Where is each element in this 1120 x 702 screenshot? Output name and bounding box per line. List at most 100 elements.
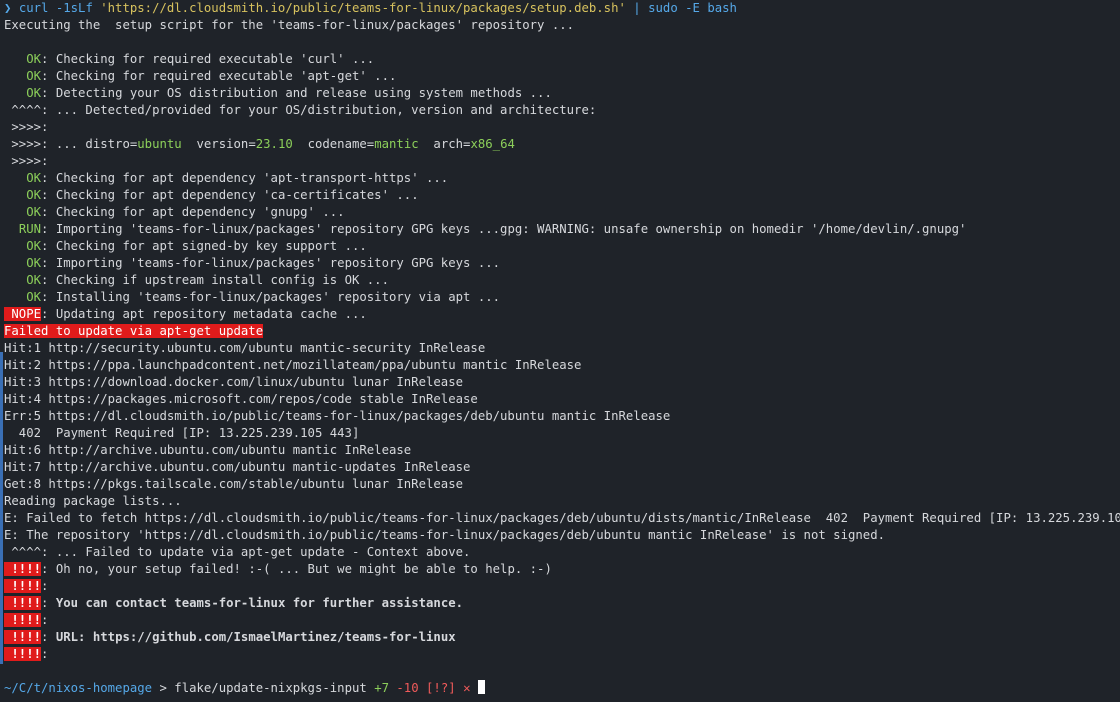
line-segment: x86_64 [470, 137, 515, 151]
line-segment: : Checking for apt dependency 'gnupg' ..… [41, 205, 345, 219]
line-segment: Hit:4 https://packages.microsoft.com/rep… [4, 392, 478, 406]
terminal-line: Reading package lists... [4, 493, 1120, 510]
terminal-window[interactable]: ❯ curl -1sLf 'https://dl.cloudsmith.io/p… [0, 0, 1120, 702]
line-segment: codename= [292, 137, 375, 151]
line-segment: > flake/update-nixpkgs-input [152, 681, 375, 695]
line-segment: !!!! [4, 596, 42, 610]
terminal-line: >>>>: [4, 153, 1120, 170]
terminal-line: Hit:6 http://archive.ubuntu.com/ubuntu m… [4, 442, 1120, 459]
line-segment: OK [26, 256, 42, 270]
line-segment: Hit:7 http://archive.ubuntu.com/ubuntu m… [4, 460, 471, 474]
line-segment: Err:5 https://dl.cloudsmith.io/public/te… [4, 409, 671, 423]
terminal-line: OK: Checking for required executable 'cu… [4, 51, 1120, 68]
terminal-line: Hit:1 http://security.ubuntu.com/ubuntu … [4, 340, 1120, 357]
line-segment: E: Failed to fetch https://dl.cloudsmith… [4, 511, 1120, 525]
terminal-line: !!!!: [4, 612, 1120, 629]
line-segment: 402 Payment Required [IP: 13.225.239.105… [4, 426, 360, 440]
line-segment: : Checking for apt dependency 'apt-trans… [41, 171, 449, 185]
terminal-line: !!!!: [4, 578, 1120, 595]
line-segment: RUN [18, 222, 42, 236]
terminal-line: Executing the setup script for the 'team… [4, 17, 1120, 34]
line-segment: : [41, 647, 49, 661]
line-segment: arch= [418, 137, 471, 151]
line-segment: 23.10 [255, 137, 293, 151]
terminal-line: !!!!: URL: https://github.com/IsmaelMart… [4, 629, 1120, 646]
terminal-line: Get:8 https://pkgs.tailscale.com/stable/… [4, 476, 1120, 493]
line-segment: E: The repository 'https://dl.cloudsmith… [4, 528, 885, 542]
line-segment: OK [26, 171, 42, 185]
terminal-line: ^^^^: ... Detected/provided for your OS/… [4, 102, 1120, 119]
line-segment: URL: https://github.com/IsmaelMartinez/t… [55, 630, 456, 644]
line-segment [4, 171, 26, 185]
terminal-line: !!!!: [4, 646, 1120, 663]
terminal-line: OK: Checking for required executable 'ap… [4, 68, 1120, 85]
terminal-line: OK: Checking for apt dependency 'ca-cert… [4, 187, 1120, 204]
line-segment: Hit:1 http://security.ubuntu.com/ubuntu … [4, 341, 486, 355]
line-segment: ❯ [4, 1, 19, 15]
terminal-line: E: The repository 'https://dl.cloudsmith… [4, 527, 1120, 544]
terminal-line: ^^^^: ... Failed to update via apt-get u… [4, 544, 1120, 561]
terminal-line: OK: Checking for apt dependency 'apt-tra… [4, 170, 1120, 187]
line-segment: You can contact teams-for-linux for furt… [55, 596, 464, 610]
terminal-line: OK: Installing 'teams-for-linux/packages… [4, 289, 1120, 306]
line-segment: !!!! [4, 630, 42, 644]
line-segment: Hit:6 http://archive.ubuntu.com/ubuntu m… [4, 443, 412, 457]
terminal-line: Hit:4 https://packages.microsoft.com/rep… [4, 391, 1120, 408]
terminal-line: ❯ curl -1sLf 'https://dl.cloudsmith.io/p… [4, 0, 1120, 17]
line-segment: >>>>: [4, 120, 49, 134]
line-segment: ubuntu [137, 137, 182, 151]
terminal-line: Hit:7 http://archive.ubuntu.com/ubuntu m… [4, 459, 1120, 476]
line-segment: : Oh no, your setup failed! :-( ... But … [41, 562, 552, 576]
terminal-line: Hit:2 https://ppa.launchpadcontent.net/m… [4, 357, 1120, 374]
line-segment [4, 273, 26, 287]
line-segment [4, 86, 26, 100]
text-cursor[interactable] [477, 680, 485, 694]
line-segment: : Checking for required executable 'curl… [41, 52, 375, 66]
terminal-line: !!!!: You can contact teams-for-linux fo… [4, 595, 1120, 612]
terminal-line: OK: Checking for apt dependency 'gnupg' … [4, 204, 1120, 221]
line-segment: ^^^^: ... Detected/provided for your OS/… [4, 103, 597, 117]
terminal-output: ❯ curl -1sLf 'https://dl.cloudsmith.io/p… [4, 0, 1120, 697]
terminal-line: RUN: Importing 'teams-for-linux/packages… [4, 221, 1120, 238]
line-segment: !!!! [4, 579, 42, 593]
shell-prompt-line[interactable]: ~/C/t/nixos-homepage > flake/update-nixp… [4, 680, 1120, 697]
terminal-line: OK: Importing 'teams-for-linux/packages'… [4, 255, 1120, 272]
line-segment: Get:8 https://pkgs.tailscale.com/stable/… [4, 477, 464, 491]
line-segment [4, 256, 26, 270]
line-segment: !!!! [4, 647, 42, 661]
line-segment: OK [26, 69, 42, 83]
line-segment: : Checking for apt signed-by key support… [41, 239, 367, 253]
line-segment: >>>>: [4, 154, 49, 168]
line-segment: OK [26, 273, 42, 287]
line-segment: OK [26, 205, 42, 219]
line-segment [4, 69, 26, 83]
line-segment: -10 [396, 681, 419, 695]
line-segment: : [41, 630, 56, 644]
line-segment: Executing the setup script for the 'team… [4, 18, 575, 32]
terminal-line: >>>>: ... distro=ubuntu version=23.10 co… [4, 136, 1120, 153]
terminal-line: E: Failed to fetch https://dl.cloudsmith… [4, 510, 1120, 527]
line-segment: : [41, 579, 49, 593]
line-segment: mantic [374, 137, 419, 151]
terminal-line: Err:5 https://dl.cloudsmith.io/public/te… [4, 408, 1120, 425]
line-segment: Hit:2 https://ppa.launchpadcontent.net/m… [4, 358, 582, 372]
terminal-line: NOPE: Updating apt repository metadata c… [4, 306, 1120, 323]
line-segment: 'https://dl.cloudsmith.io/public/teams-f… [100, 1, 626, 15]
terminal-line: >>>>: [4, 119, 1120, 136]
line-segment: : Importing 'teams-for-linux/packages' r… [41, 256, 501, 270]
line-segment [4, 239, 26, 253]
line-segment [4, 290, 26, 304]
line-segment [4, 188, 26, 202]
line-segment [4, 52, 26, 66]
terminal-line: OK: Checking if upstream install config … [4, 272, 1120, 289]
line-segment: Hit:3 https://download.docker.com/linux/… [4, 375, 464, 389]
terminal-line: !!!!: Oh no, your setup failed! :-( ... … [4, 561, 1120, 578]
line-segment: [!?] [426, 681, 456, 695]
line-segment: : [41, 613, 49, 627]
line-segment: +7 [374, 681, 389, 695]
line-segment: : Updating apt repository metadata cache… [41, 307, 367, 321]
line-segment: : Checking for required executable 'apt-… [41, 69, 397, 83]
line-segment: OK [26, 52, 42, 66]
